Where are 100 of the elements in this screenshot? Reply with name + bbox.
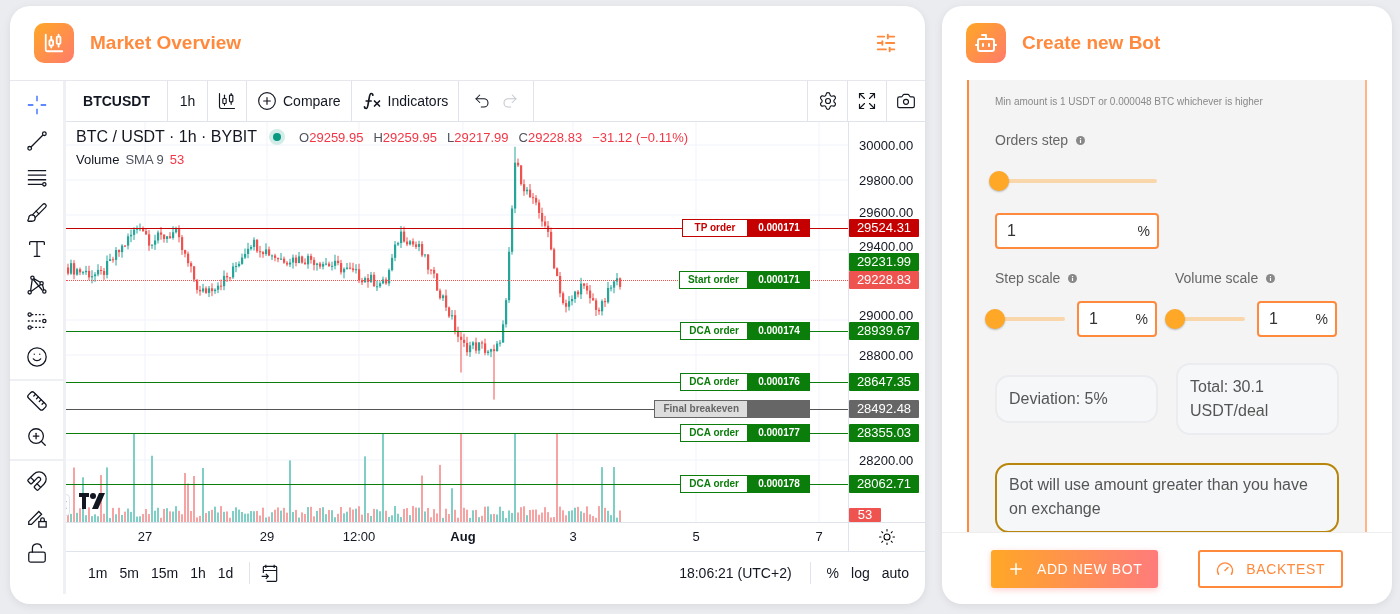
ohlc-value: C29228.83 <box>518 129 583 145</box>
order-amount: 0.000174 <box>748 321 810 340</box>
order-label[interactable]: TP order <box>682 219 748 238</box>
time-label: Aug <box>450 529 476 544</box>
zoom-in-icon <box>25 426 48 448</box>
price-tick: 29000.00 <box>859 307 914 323</box>
indicator-label: SMA 9 <box>125 152 164 167</box>
order-label[interactable]: DCA order <box>680 423 748 442</box>
price-change: −31.12 (−0.11%) <box>592 129 689 145</box>
camera-icon <box>896 91 916 111</box>
trend-line-icon <box>25 130 48 152</box>
field-label: Orders step <box>995 132 1069 148</box>
price-tag: 28647.35 <box>849 372 919 391</box>
price-tag: 28062.71 <box>849 475 919 493</box>
ohlc-value: L29217.99 <box>447 129 509 145</box>
order-amount: 0.000171 <box>748 270 810 289</box>
timeframe-button[interactable]: 15m <box>144 561 185 585</box>
timeframe-button[interactable]: 1d <box>211 561 240 585</box>
order-label[interactable]: Start order <box>678 270 748 289</box>
expand-icon <box>857 91 877 111</box>
price-tick: 29400.00 <box>859 238 914 254</box>
candlestick-icon <box>34 23 74 63</box>
scale-button[interactable]: auto <box>875 561 915 585</box>
order-amount: 0.000177 <box>748 423 810 442</box>
symbol-title: BTC / USDT · 1h · BYBIT <box>76 128 258 146</box>
plus-circle-icon <box>257 91 277 111</box>
unlock-icon <box>25 542 48 564</box>
function-icon <box>361 91 382 111</box>
magnet-icon <box>25 470 48 492</box>
crosshair-icon <box>25 94 48 116</box>
time-label: 12:00 <box>342 529 376 544</box>
scale-button[interactable]: % <box>820 561 846 585</box>
unit-label: % <box>1135 311 1148 327</box>
volume-value: 53 <box>169 152 185 167</box>
unit-label: % <box>1137 223 1150 239</box>
info-icon[interactable] <box>1068 273 1078 283</box>
price-tick: 28800.00 <box>859 347 914 363</box>
logo-icon <box>79 493 105 509</box>
gauge-icon <box>1216 559 1235 578</box>
indicators-button[interactable]: Indicators <box>351 81 460 121</box>
ohlc-value: H29259.95 <box>373 129 438 145</box>
candles-icon <box>217 91 237 111</box>
order-label[interactable]: Final breakeven <box>654 399 748 418</box>
fib-levels-icon <box>25 310 48 332</box>
price-tick: 28200.00 <box>859 452 914 468</box>
slider-thumb[interactable] <box>985 309 1005 329</box>
scale-button[interactable]: log <box>845 561 876 585</box>
info-icon[interactable] <box>1076 135 1086 145</box>
order-label[interactable]: DCA order <box>680 321 748 340</box>
time-label: 3 <box>569 529 577 544</box>
order-label[interactable]: DCA order <box>680 475 748 493</box>
order-amount: 0.000178 <box>748 475 810 493</box>
total-summary: Total: 30.1 USDT/deal <box>1176 363 1339 435</box>
pattern-icon <box>25 274 48 296</box>
timeframe-button[interactable]: 5m <box>113 561 145 585</box>
status-dot <box>273 133 282 141</box>
time-label: 7 <box>815 529 823 544</box>
volume-tag: 53 <box>849 508 881 522</box>
info-icon[interactable] <box>1266 273 1276 283</box>
price-tick: 29600.00 <box>859 204 914 220</box>
card-title: Market Overview <box>90 32 243 54</box>
slider[interactable] <box>1165 308 1245 330</box>
compare-button[interactable]: Compare <box>247 81 352 121</box>
order-amount <box>748 399 810 418</box>
price-tick: 30000.00 <box>859 137 914 153</box>
price-tick: 29800.00 <box>859 172 914 188</box>
card-title: Create new Bot <box>1022 32 1162 54</box>
deviation-summary: Deviation: 5% <box>995 375 1158 423</box>
hint-text: Min amount is 1 USDT or 0.000048 BTC whichever is higher <box>995 96 1264 107</box>
sun-icon[interactable] <box>878 528 896 546</box>
field-label: Step scale <box>995 270 1061 286</box>
smiley-icon <box>25 346 48 368</box>
timeframe-button[interactable]: 1h <box>184 561 212 585</box>
interval-button[interactable]: 1h <box>168 81 208 121</box>
slider[interactable] <box>985 308 1065 330</box>
ohlc-value: O29259.95 <box>299 129 364 145</box>
slider-thumb[interactable] <box>989 171 1009 191</box>
price-tag: 28492.48 <box>849 399 919 418</box>
ruler-icon <box>25 390 48 412</box>
time-label: 5 <box>692 529 700 544</box>
brush-icon <box>25 202 48 224</box>
warning-message: Bot will use amount greater than you have on exchange <box>995 463 1339 532</box>
symbol-button[interactable]: BTCUSDT <box>66 81 168 121</box>
order-amount: 0.000171 <box>748 219 810 238</box>
robot-icon <box>966 23 1006 63</box>
slider-thumb[interactable] <box>1165 309 1185 329</box>
timeframe-button[interactable]: 1m <box>82 561 114 585</box>
order-label[interactable]: DCA order <box>680 372 748 391</box>
time-label: 29 <box>259 529 275 544</box>
price-tag: 29231.99 <box>849 252 919 271</box>
price-tag: 29524.31 <box>849 219 919 238</box>
order-amount: 0.000176 <box>748 372 810 391</box>
price-tag: 28939.67 <box>849 321 919 340</box>
time-label: 27 <box>137 529 153 544</box>
field-label: Volume scale <box>1175 270 1259 286</box>
settings-icon <box>817 91 838 111</box>
unit-label: % <box>1315 311 1328 327</box>
volume-label: Volume <box>76 152 120 167</box>
slider[interactable] <box>989 170 1157 192</box>
price-tag: 28355.03 <box>849 423 919 442</box>
